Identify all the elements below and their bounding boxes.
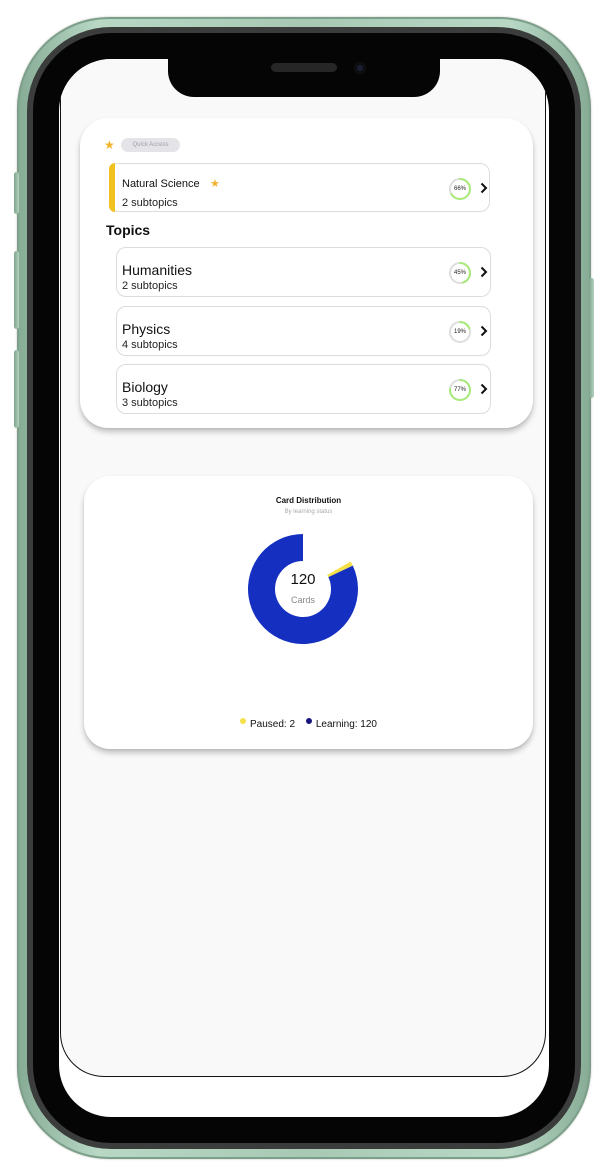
power-button (589, 278, 594, 398)
donut-unit: Cards (290, 595, 315, 605)
chevron-right-icon[interactable] (479, 325, 489, 337)
topics-heading: Topics (106, 222, 151, 238)
progress-label: 66% (453, 186, 466, 192)
progress-label: 19% (453, 329, 466, 335)
volume-up-button (14, 251, 19, 329)
topic-title: Natural Science (122, 178, 200, 190)
progress-ring: 45% (448, 261, 472, 285)
topic-title: Humanities (122, 262, 193, 278)
topic-subtitle: 2 subtopics (122, 280, 178, 292)
card-distribution-card: Card Distribution By learning status 120… (84, 476, 533, 749)
legend-item-learning: Learning: 120 (305, 718, 377, 730)
legend-label: Paused: 2 (250, 719, 296, 730)
topic-row-physics[interactable]: Physics 4 subtopics 19% (116, 306, 491, 356)
volume-down-button (14, 350, 19, 428)
legend-dot-learning (305, 718, 312, 724)
topic-row-biology[interactable]: Biology 3 subtopics 77% (116, 364, 491, 414)
chevron-right-icon[interactable] (479, 182, 489, 194)
chevron-right-icon[interactable] (479, 383, 489, 395)
topic-subtitle: 4 subtopics (122, 339, 178, 351)
legend-item-paused: Paused: 2 (240, 718, 296, 730)
star-icon: ★ (210, 178, 220, 190)
star-icon: ★ (104, 138, 115, 152)
quick-access-pill[interactable]: Quick Access (121, 138, 180, 152)
progress-ring: 66% (448, 177, 472, 201)
progress-label: 45% (453, 270, 466, 276)
speaker-grille (271, 63, 337, 72)
chevron-right-icon[interactable] (479, 266, 489, 278)
chart-legend: Paused: 2 Learning: 120 (84, 718, 533, 730)
donut-total: 120 (290, 571, 316, 588)
front-camera (354, 62, 366, 74)
progress-label: 77% (453, 387, 466, 393)
chart-subtitle: By learning status (284, 509, 333, 515)
topic-title: Biology (122, 379, 168, 395)
donut-slice-learning (247, 534, 358, 644)
topic-subtitle: 3 subtopics (122, 397, 178, 409)
chart-title: Card Distribution (275, 496, 342, 505)
legend-dot-paused (240, 718, 246, 724)
progress-ring: 77% (448, 378, 472, 402)
favorite-accent-bar (109, 163, 115, 212)
topic-subtitle: 2 subtopics (122, 197, 178, 209)
progress-ring: 19% (448, 320, 472, 344)
topic-title: Physics (122, 321, 171, 337)
topic-row-humanities[interactable]: Humanities 2 subtopics 45% (116, 247, 491, 297)
mute-switch (14, 172, 19, 214)
donut-chart (247, 533, 359, 645)
legend-label: Learning: 120 (315, 719, 377, 730)
favorite-topic-natural-science[interactable]: Natural Science ★ 2 subtopics 66% (109, 163, 490, 212)
